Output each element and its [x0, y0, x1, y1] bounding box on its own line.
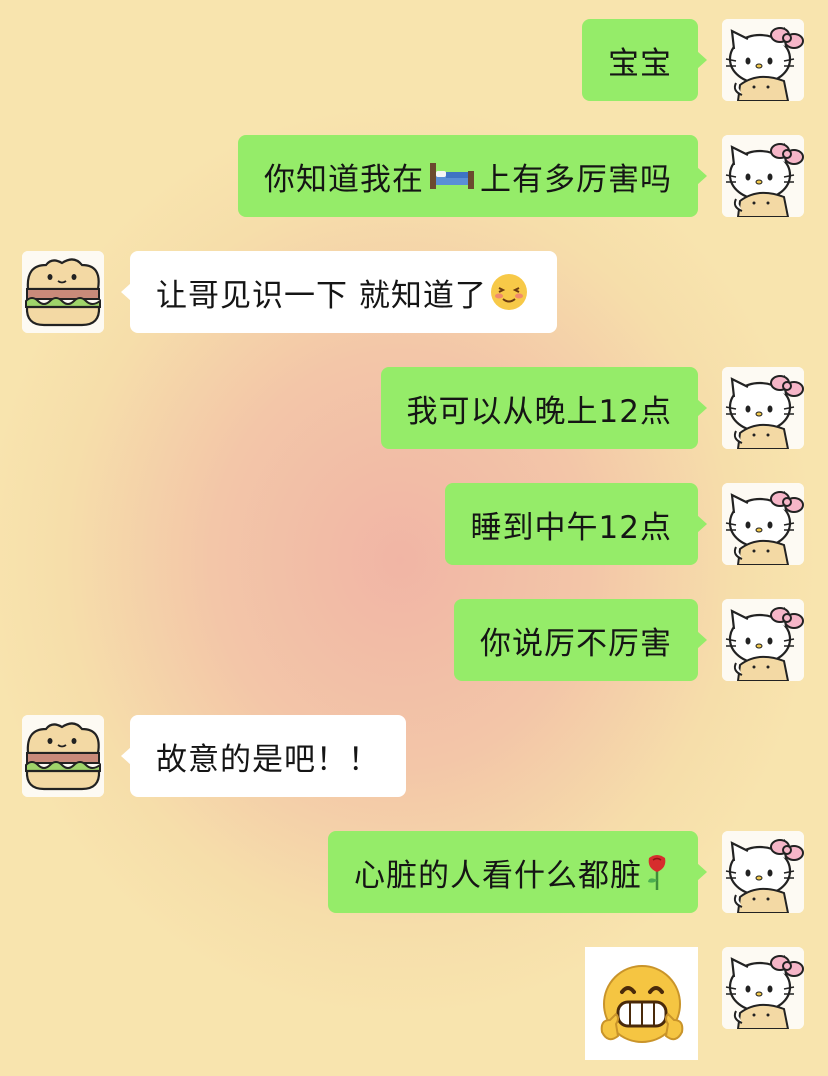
outgoing-bubble[interactable]: 宝宝 — [582, 19, 707, 101]
message-text: 宝宝 — [608, 45, 672, 82]
message-text: 让哥见识一下 就知道了 — [156, 277, 487, 314]
grinning-thumbs-sticker[interactable] — [585, 947, 698, 1060]
my-avatar[interactable] — [722, 483, 804, 565]
outgoing-bubble[interactable]: 心脏的人看什么都脏 — [328, 831, 707, 913]
message-text: 上有多厉害吗 — [480, 161, 672, 198]
my-avatar[interactable] — [722, 135, 804, 217]
outgoing-bubble[interactable]: 你知道我在 上有多厉害吗 — [238, 135, 707, 217]
outgoing-bubble[interactable]: 你说厉不厉害 — [454, 599, 707, 681]
my-avatar[interactable] — [722, 599, 804, 681]
my-avatar[interactable] — [722, 831, 804, 913]
my-avatar[interactable] — [722, 947, 804, 1029]
chat-history: 宝宝 你知道我在 上有多厉害吗 让哥见识一下 就知道了 我可以从晚上12点 睡到… — [0, 0, 828, 1076]
message-text: 故意的是吧！！ — [156, 741, 380, 778]
contact-avatar[interactable] — [22, 251, 104, 333]
message-text: 你说厉不厉害 — [480, 625, 672, 662]
outgoing-bubble[interactable]: 睡到中午12点 — [444, 483, 708, 565]
message-text: 睡到中午12点 — [470, 509, 672, 546]
my-avatar[interactable] — [722, 367, 804, 449]
outgoing-bubble[interactable]: 我可以从晚上12点 — [380, 367, 708, 449]
message-text: 心脏的人看什么都脏 — [354, 857, 642, 894]
message-text: 你知道我在 — [264, 161, 424, 198]
message-text: 我可以从晚上12点 — [406, 393, 672, 430]
grinning-face-icon — [600, 964, 683, 1043]
incoming-bubble[interactable]: 故意的是吧！！ — [121, 715, 406, 797]
my-avatar[interactable] — [722, 19, 804, 101]
blush-smile-emoji-icon — [490, 274, 527, 310]
incoming-bubble[interactable]: 让哥见识一下 就知道了 — [121, 251, 557, 333]
contact-avatar[interactable] — [22, 715, 104, 797]
rose-emoji-icon — [648, 855, 666, 890]
bed-emoji-icon — [430, 163, 474, 189]
